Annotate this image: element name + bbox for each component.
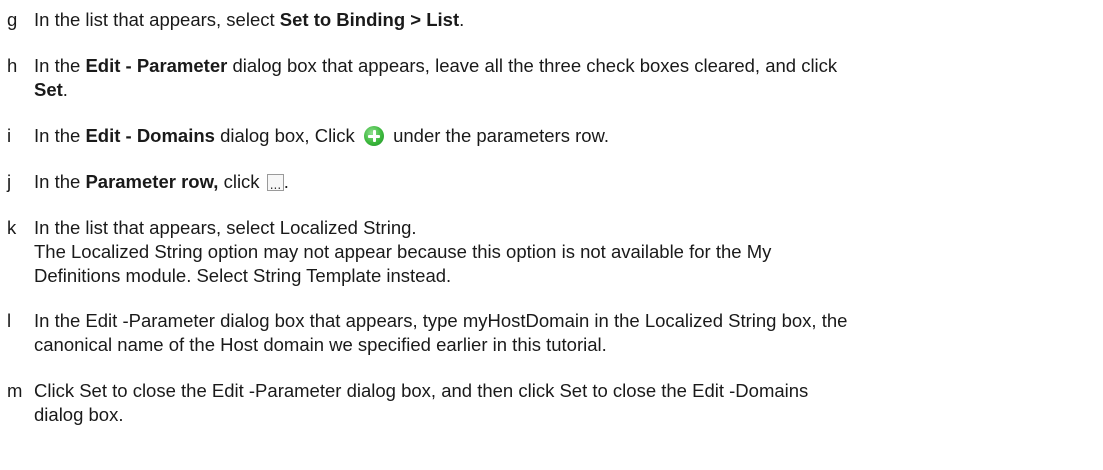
step-letter: h — [7, 55, 18, 76]
text-line: In the list that appears, select Set to … — [34, 8, 1094, 32]
step-text: In the Parameter row, click . — [34, 170, 1094, 197]
text-run: In the list that appears, select — [34, 9, 280, 30]
step-letter: l — [7, 310, 12, 331]
text-run: . — [62, 79, 68, 100]
step-text: In the Edit - Domains dialog box, Click … — [34, 124, 1094, 148]
text-line: dialog box. — [34, 404, 124, 425]
text-line: Set. — [34, 78, 1094, 102]
menu-path: Set to Binding > List — [279, 9, 460, 30]
text-run: click — [218, 171, 265, 192]
text-run: In the — [34, 171, 86, 192]
text-run: dialog box that appears, leave all the t… — [227, 55, 838, 76]
text-run: In the — [34, 125, 86, 146]
step-letter: i — [7, 125, 12, 146]
text-run: . — [459, 9, 465, 30]
row-name: Parameter row, — [85, 171, 219, 192]
text-line: Click Set to close the Edit -Parameter d… — [34, 380, 809, 401]
step-text: In the list that appears, select Localiz… — [34, 216, 1094, 288]
dialog-name: Edit - Parameter — [85, 55, 228, 76]
text-run: In the — [34, 55, 86, 76]
step-letter: g — [7, 9, 18, 30]
text-line: Definitions module. Select String Templa… — [34, 265, 452, 286]
text-run: . — [283, 171, 289, 192]
text-line: In the list that appears, select Localiz… — [34, 217, 417, 238]
step-text: In the Edit - Parameter dialog box that … — [34, 54, 1094, 102]
add-green-circle-icon — [363, 126, 384, 146]
text-line: canonical name of the Host domain we spe… — [34, 334, 607, 355]
step-letter: k — [7, 217, 17, 238]
step-letter: m — [7, 380, 23, 401]
step-text: In the Edit -Parameter dialog box that a… — [34, 309, 1094, 357]
step-letter: j — [7, 171, 12, 192]
text-run: dialog box, Click — [214, 125, 360, 146]
text-run: under the parameters row. — [387, 125, 610, 146]
step-text: Click Set to close the Edit -Parameter d… — [34, 379, 1094, 427]
ellipsis-button-icon — [266, 173, 284, 197]
text-line: The Localized String option may not appe… — [34, 241, 772, 262]
dialog-name: Edit - Domains — [85, 125, 215, 146]
step-text: In the list that appears, select Set to … — [34, 8, 1094, 32]
text-line: In the Parameter row, click . — [34, 170, 1094, 197]
text-line: In the Edit - Domains dialog box, Click … — [34, 124, 1094, 148]
text-line: In the Edit -Parameter dialog box that a… — [34, 310, 848, 331]
text-line: In the Edit - Parameter dialog box that … — [34, 54, 1094, 78]
button-name: Set — [34, 79, 63, 100]
